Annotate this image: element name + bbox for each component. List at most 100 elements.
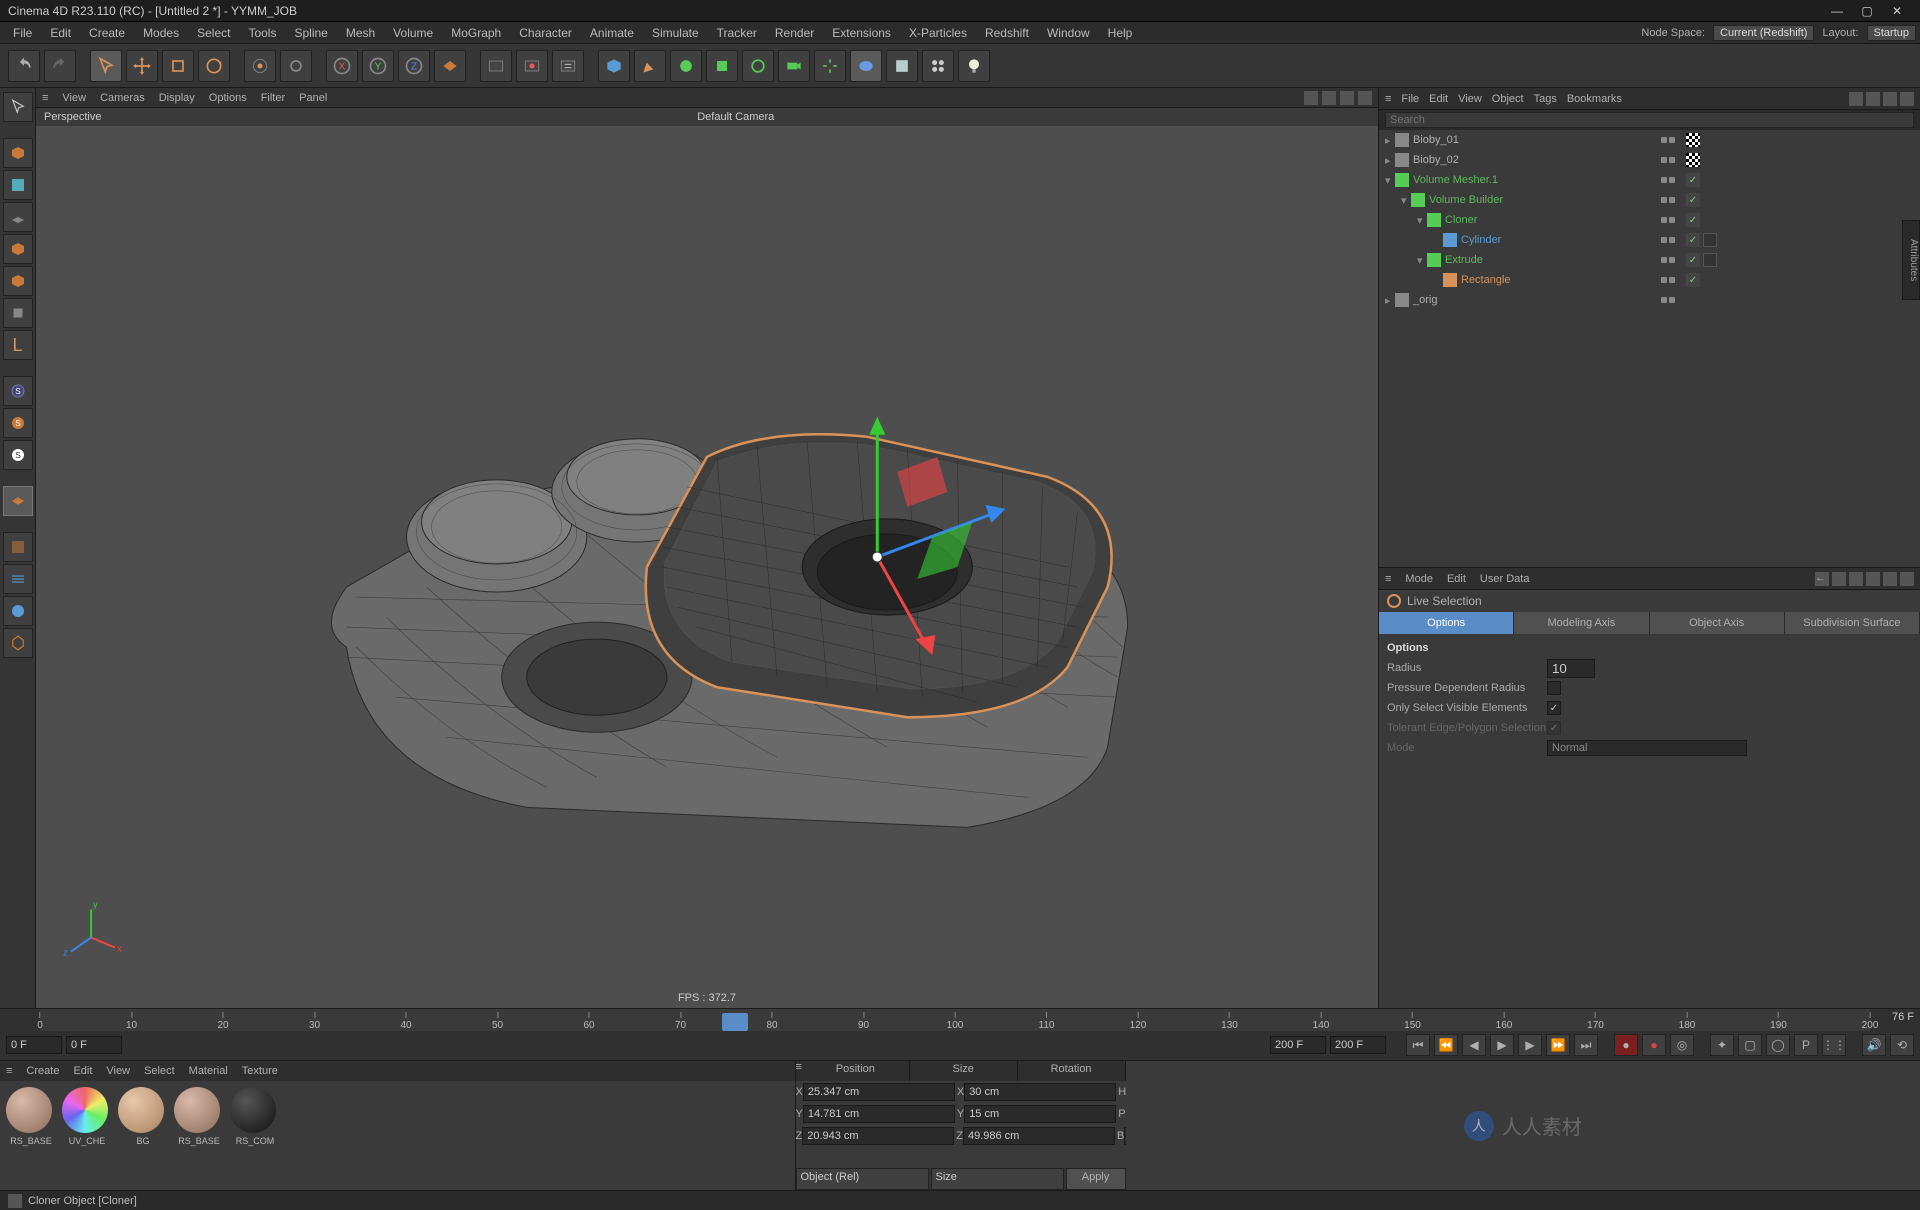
- menu-tools[interactable]: Tools: [239, 26, 285, 40]
- generator-button[interactable]: [670, 50, 702, 82]
- menu-volume[interactable]: Volume: [384, 26, 442, 40]
- view-menu-options[interactable]: Options: [209, 92, 247, 104]
- tab-options[interactable]: Options: [1379, 612, 1514, 634]
- expand-icon[interactable]: ▾: [1417, 254, 1427, 267]
- next-key-button[interactable]: ⏩: [1546, 1034, 1570, 1056]
- coord-size-select[interactable]: Size: [931, 1168, 1064, 1190]
- object-name[interactable]: Extrude: [1445, 254, 1656, 266]
- menu-tracker[interactable]: Tracker: [708, 26, 766, 40]
- viewport-3d[interactable]: y x z FPS : 372.7: [36, 126, 1378, 1008]
- render-view-button[interactable]: [480, 50, 512, 82]
- view-zoom-icon[interactable]: [1322, 91, 1336, 105]
- object-name[interactable]: Volume Mesher.1: [1413, 174, 1656, 186]
- menu-xparticles[interactable]: X-Particles: [900, 26, 976, 40]
- move-tool[interactable]: [126, 50, 158, 82]
- goto-start-button[interactable]: ⏮: [1406, 1034, 1430, 1056]
- tick-tag[interactable]: ✓: [1686, 213, 1700, 227]
- tick-tag[interactable]: ✓: [1686, 173, 1700, 187]
- close-button[interactable]: ✕: [1882, 4, 1912, 18]
- material-item[interactable]: RS_BASE: [174, 1087, 224, 1184]
- attr-fwd-icon[interactable]: [1832, 572, 1846, 586]
- visibility-dots[interactable]: [1656, 297, 1680, 303]
- visibility-dots[interactable]: [1656, 277, 1680, 283]
- material-item[interactable]: BG: [118, 1087, 168, 1184]
- key-pos-button[interactable]: ✦: [1710, 1034, 1734, 1056]
- snap-settings-button[interactable]: S: [3, 408, 33, 438]
- coord-mode-select[interactable]: Object (Rel): [796, 1168, 929, 1190]
- material-item[interactable]: UV_CHE: [62, 1087, 112, 1184]
- view-layout-icon[interactable]: [1358, 91, 1372, 105]
- timeline-ruler[interactable]: 76 F 01020304050607080901001101201301401…: [40, 1009, 1870, 1031]
- attr-back-icon[interactable]: ←: [1815, 572, 1829, 586]
- position-input[interactable]: [802, 1127, 954, 1145]
- view-menu-cameras[interactable]: Cameras: [100, 92, 145, 104]
- menu-character[interactable]: Character: [510, 26, 581, 40]
- menu-mesh[interactable]: Mesh: [337, 26, 384, 40]
- environment-button[interactable]: [742, 50, 774, 82]
- scale-tool[interactable]: [162, 50, 194, 82]
- select-tool[interactable]: [90, 50, 122, 82]
- model-mode-button[interactable]: [3, 92, 33, 122]
- menu-extensions[interactable]: Extensions: [823, 26, 900, 40]
- mat-menu-edit[interactable]: Edit: [73, 1065, 92, 1077]
- mat-menu-view[interactable]: View: [106, 1065, 130, 1077]
- checker-tag[interactable]: [1686, 133, 1700, 147]
- menu-render[interactable]: Render: [766, 26, 823, 40]
- timeline-end-field[interactable]: [1270, 1036, 1326, 1054]
- size-input[interactable]: [964, 1105, 1116, 1123]
- point-mode-button[interactable]: [3, 234, 33, 264]
- wireframe-button[interactable]: [3, 628, 33, 658]
- tree-row[interactable]: ▾ Volume Mesher.1 ✓: [1379, 170, 1920, 190]
- rs-tag[interactable]: [1703, 253, 1717, 267]
- pen-tool-button[interactable]: [634, 50, 666, 82]
- checker-tag[interactable]: [1686, 153, 1700, 167]
- object-tree[interactable]: ▸Bioby_01▸Bioby_02▾Volume Mesher.1✓▾Volu…: [1379, 130, 1920, 567]
- material-list[interactable]: RS_BASEUV_CHEBGRS_BASERS_COM: [0, 1081, 795, 1190]
- material-item[interactable]: RS_BASE: [6, 1087, 56, 1184]
- expand-icon[interactable]: ▾: [1385, 174, 1395, 187]
- hamburger-icon[interactable]: ≡: [42, 92, 48, 104]
- snap3d-button[interactable]: S: [3, 440, 33, 470]
- tick-tag[interactable]: ✓: [1686, 273, 1700, 287]
- goto-end-button[interactable]: ⏭: [1574, 1034, 1598, 1056]
- z-axis-toggle[interactable]: Z: [398, 50, 430, 82]
- size-input[interactable]: [963, 1127, 1115, 1145]
- radius-input[interactable]: [1547, 659, 1595, 678]
- object-mode-button[interactable]: [3, 138, 33, 168]
- visible-checkbox[interactable]: [1547, 701, 1561, 715]
- tree-row[interactable]: ▸Bioby_01: [1379, 130, 1920, 150]
- bulb-button[interactable]: [958, 50, 990, 82]
- pressure-checkbox[interactable]: [1547, 681, 1561, 695]
- menu-modes[interactable]: Modes: [134, 26, 188, 40]
- node-space-dropdown[interactable]: Current (Redshift): [1713, 25, 1814, 41]
- obj-menu-bookmarks[interactable]: Bookmarks: [1567, 93, 1622, 105]
- isoline-button[interactable]: [3, 564, 33, 594]
- tick-tag[interactable]: ✓: [1686, 193, 1700, 207]
- attr-new-icon[interactable]: [1883, 572, 1897, 586]
- obj-layer-icon[interactable]: [1883, 92, 1897, 106]
- hamburger-icon[interactable]: ≡: [6, 1065, 12, 1077]
- visibility-dots[interactable]: [1656, 257, 1680, 263]
- visibility-dots[interactable]: [1656, 237, 1680, 243]
- object-name[interactable]: Rectangle: [1461, 274, 1656, 286]
- render-settings-button[interactable]: [552, 50, 584, 82]
- key-scale-button[interactable]: ▢: [1738, 1034, 1762, 1056]
- tab-subdivision[interactable]: Subdivision Surface: [1785, 612, 1920, 634]
- view-menu-filter[interactable]: Filter: [261, 92, 285, 104]
- tick-tag[interactable]: ✓: [1686, 253, 1700, 267]
- view-nav-icon[interactable]: [1304, 91, 1318, 105]
- attr-menu-edit[interactable]: Edit: [1447, 573, 1466, 585]
- prev-frame-button[interactable]: ◀: [1462, 1034, 1486, 1056]
- attr-lock-icon[interactable]: [1849, 572, 1863, 586]
- minimize-button[interactable]: —: [1822, 4, 1852, 18]
- tree-row[interactable]: ▾ Extrude ✓: [1379, 250, 1920, 270]
- play-button[interactable]: ▶: [1490, 1034, 1514, 1056]
- next-frame-button[interactable]: ▶: [1518, 1034, 1542, 1056]
- object-name[interactable]: Cylinder: [1461, 234, 1656, 246]
- menu-redshift[interactable]: Redshift: [976, 26, 1038, 40]
- cube-primitive-button[interactable]: [598, 50, 630, 82]
- maximize-button[interactable]: ▢: [1852, 4, 1882, 18]
- timeline-current-field[interactable]: [66, 1036, 122, 1054]
- tree-row[interactable]: ▾Cloner✓: [1379, 210, 1920, 230]
- recent-tool[interactable]: [244, 50, 276, 82]
